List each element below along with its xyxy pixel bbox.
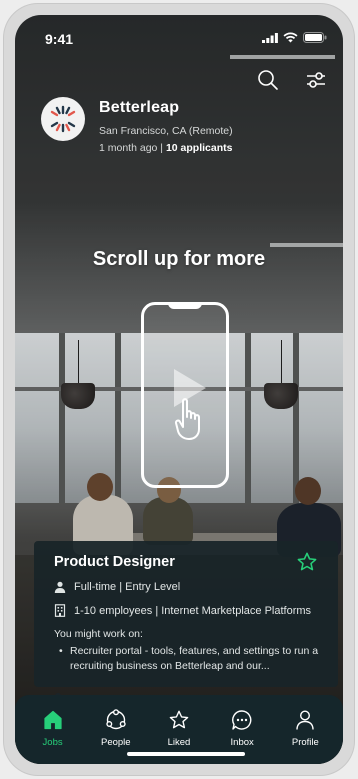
employment-row: Full-time | Entry Level — [54, 581, 324, 593]
tab-label: Liked — [167, 737, 191, 748]
scroll-hint-phone-illustration — [141, 302, 229, 488]
wifi-icon — [283, 32, 298, 43]
star-icon — [297, 552, 317, 571]
job-title: Product Designer — [54, 554, 175, 570]
posted-time: 1 month ago — [99, 142, 158, 154]
company-name: Betterleap — [99, 99, 180, 116]
company-size-row: 1-10 employees | Internet Marketplace Pl… — [54, 604, 324, 617]
top-actions — [255, 67, 329, 93]
like-button[interactable] — [296, 551, 318, 578]
home-icon — [43, 710, 62, 730]
filter-button[interactable] — [303, 67, 329, 93]
betterleap-logo-icon — [50, 105, 76, 133]
search-button[interactable] — [255, 67, 281, 93]
tab-people[interactable]: People — [86, 709, 146, 748]
company-logo — [41, 97, 85, 141]
applicant-count: 10 applicants — [165, 142, 233, 154]
company-size-text: 1-10 employees | Internet Marketplace Pl… — [74, 604, 312, 617]
status-bar: 9:41 — [15, 15, 343, 59]
chat-icon — [232, 710, 252, 730]
tab-label: Inbox — [230, 737, 254, 748]
tab-label: Jobs — [42, 737, 63, 748]
employment-text: Full-time | Entry Level — [74, 581, 181, 593]
meta-separator: | — [157, 142, 166, 154]
scroll-hint-text: Scroll up for more — [92, 248, 266, 270]
bottom-tab-bar: Jobs People Liked Inbox Profile — [15, 695, 343, 764]
people-icon — [106, 709, 126, 730]
company-location: San Francisco, CA (Remote) — [99, 125, 233, 137]
tab-list: Jobs People Liked Inbox Profile — [15, 695, 343, 748]
tab-inbox[interactable]: Inbox — [212, 709, 272, 748]
status-time: 9:41 — [45, 31, 74, 47]
tab-profile[interactable]: Profile — [275, 709, 335, 748]
tab-liked[interactable]: Liked — [149, 709, 209, 748]
device-frame: 9:41 Betterleap San Francisco, CA (Remot… — [4, 4, 354, 775]
battery-icon — [303, 32, 327, 43]
company-meta: 1 month ago | 10 applicants — [99, 142, 233, 154]
work-heading: You might work on: — [54, 628, 143, 640]
company-info: Betterleap San Francisco, CA (Remote) 1 … — [99, 97, 233, 154]
star-icon — [169, 710, 189, 729]
work-item: Recruiter portal - tools, features, and … — [54, 644, 324, 674]
signal-icon — [262, 32, 278, 43]
tab-label: Profile — [291, 737, 319, 748]
pointing-hand-icon — [174, 398, 200, 440]
screen: 9:41 Betterleap San Francisco, CA (Remot… — [15, 15, 343, 764]
tab-label: People — [100, 737, 131, 748]
filter-sliders-icon — [307, 72, 325, 88]
person-icon — [54, 581, 66, 593]
company-header[interactable]: Betterleap San Francisco, CA (Remote) 1 … — [41, 97, 233, 154]
status-icons — [262, 32, 327, 43]
job-card[interactable]: Product Designer Full-time | Entry Level… — [34, 541, 338, 687]
phone-notch — [168, 302, 202, 309]
search-icon — [258, 70, 278, 90]
tab-jobs[interactable]: Jobs — [23, 709, 83, 748]
home-indicator[interactable] — [127, 752, 245, 756]
building-icon — [54, 604, 66, 617]
profile-icon — [296, 710, 315, 730]
